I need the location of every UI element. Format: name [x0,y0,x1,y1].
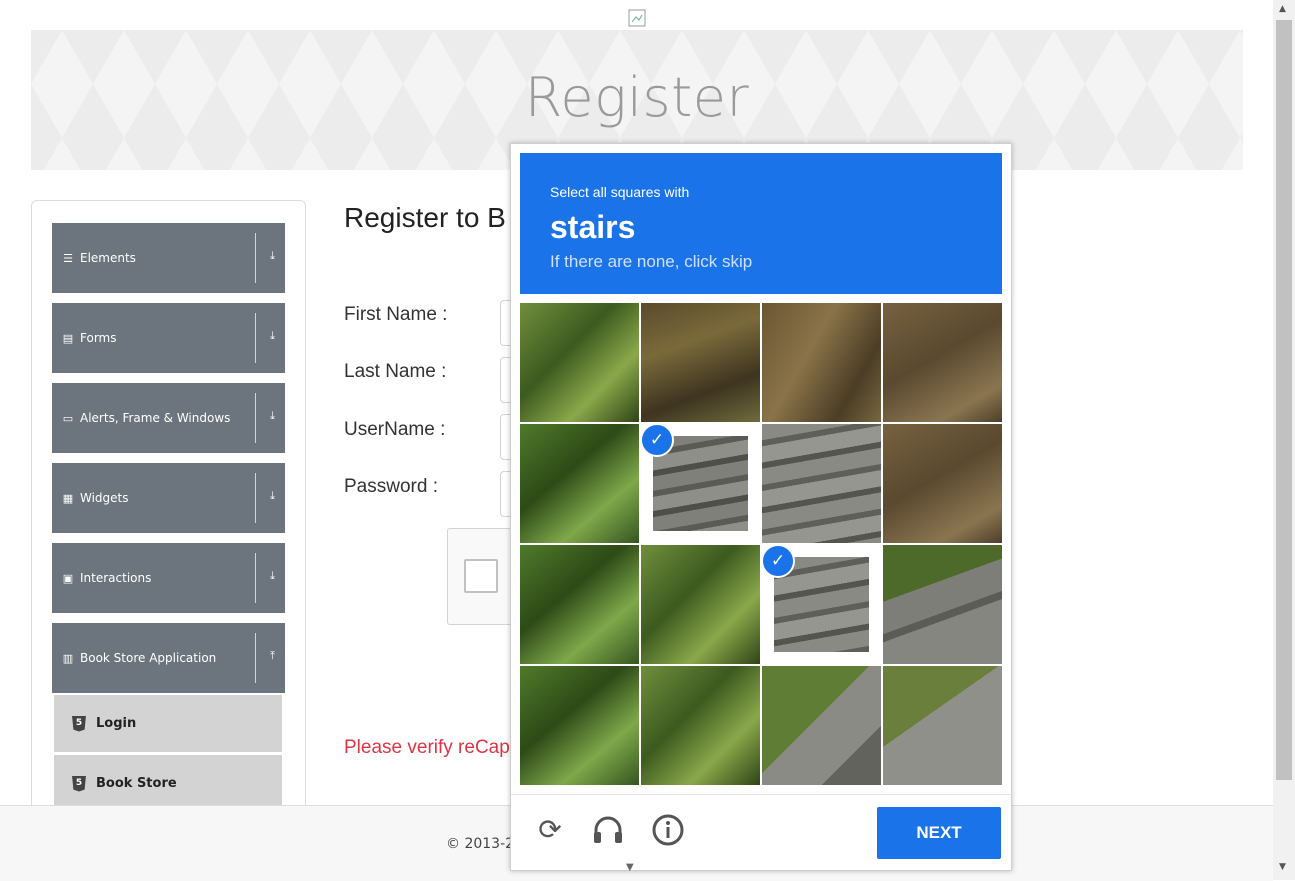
scroll-down-icon[interactable]: ▼ [1279,862,1286,872]
captcha-footer: ⟳ NEXT [511,794,1011,871]
captcha-target: stairs [550,209,636,245]
html5-icon: 5 [72,715,86,732]
divider [255,313,256,363]
sidebar-group-widgets[interactable]: ▦ Widgets ⤓ [52,463,285,533]
captcha-tile[interactable] [520,303,639,422]
captcha-tile[interactable] [762,303,881,422]
broken-image-icon [628,9,646,27]
download-icon: ⤓ [270,409,275,422]
captcha-tile[interactable] [883,545,1002,664]
sidebar: ☰ Elements ⤓ ▤ Forms ⤓ ▭ Alerts, Frame &… [31,200,306,842]
download-icon: ⤓ [270,249,275,262]
recaptcha-checkbox[interactable] [464,559,498,593]
sidebar-group-alerts[interactable]: ▭ Alerts, Frame & Windows ⤓ [52,383,285,453]
info-icon[interactable] [651,813,685,847]
captcha-tile[interactable] [520,666,639,785]
form-title: Register to B [344,202,506,233]
scroll-up-icon[interactable]: ▲ [1279,4,1286,14]
captcha-tile[interactable] [520,545,639,664]
recaptcha-warning: Please verify reCap [344,737,510,758]
captcha-tile[interactable] [520,424,639,543]
captcha-tile[interactable] [762,666,881,785]
password-label: Password : [344,476,438,497]
sidebar-group-label: Forms [80,331,117,345]
sidebar-group-label: Book Store Application [80,651,217,665]
page-title: Register [524,66,750,129]
sidebar-group-label: Elements [80,251,136,265]
forms-icon: ▤ [62,331,74,345]
books-icon: ▥ [62,651,74,665]
sidebar-item-book-store[interactable]: 5 Book Store [54,755,282,812]
window-icon: ▭ [62,411,74,425]
divider [255,393,256,443]
download-icon: ⤓ [270,329,275,342]
sidebar-group-forms[interactable]: ▤ Forms ⤓ [52,303,285,373]
reload-icon[interactable]: ⟳ [533,813,567,847]
menu-icon: ☰ [63,251,73,265]
captcha-tile[interactable] [883,666,1002,785]
captcha-tile-selected[interactable]: ✓ [762,545,881,664]
captcha-hint: If there are none, click skip [550,252,753,271]
sidebar-group-label: Interactions [80,571,152,585]
divider [255,553,256,603]
sidebar-group-label: Widgets [80,491,129,505]
next-button[interactable]: NEXT [877,807,1001,859]
upload-icon: ⤒ [270,649,275,662]
chevron-down-icon: ▼ [626,862,634,873]
divider [255,473,256,523]
download-icon: ⤓ [270,569,275,582]
captcha-grid: ✓ ✓ [520,303,1002,785]
username-label: UserName : [344,419,446,440]
captcha-tile[interactable] [762,424,881,543]
captcha-tile[interactable] [883,303,1002,422]
first-name-label: First Name : [344,304,448,325]
audio-headphones-icon[interactable] [591,813,625,847]
sidebar-group-interactions[interactable]: ▣ Interactions ⤓ [52,543,285,613]
scrollbar-thumb[interactable] [1276,20,1292,780]
sidebar-item-label: Login [96,716,137,731]
captcha-challenge: Select all squares with stairs If there … [510,143,1012,871]
captcha-instruction: Select all squares with [550,184,690,200]
sidebar-group-label: Alerts, Frame & Windows [80,411,231,425]
captcha-tile[interactable] [641,303,760,422]
sidebar-group-elements[interactable]: ☰ Elements ⤓ [52,223,285,293]
interactions-icon: ▣ [62,571,74,585]
captcha-header: Select all squares with stairs If there … [520,153,1002,294]
divider [255,233,256,283]
captcha-tile[interactable] [883,424,1002,543]
sidebar-item-login[interactable]: 5 Login [54,695,282,752]
scrollbar[interactable]: ▲ ▼ [1273,0,1295,880]
divider [255,633,256,683]
captcha-tile[interactable] [641,666,760,785]
sidebar-item-label: Book Store [96,776,177,791]
copyright-text: © 2013-2 [446,836,515,852]
html5-icon: 5 [72,775,86,792]
captcha-tile[interactable] [641,545,760,664]
widgets-icon: ▦ [62,491,74,505]
last-name-label: Last Name : [344,361,447,382]
download-icon: ⤓ [270,489,275,502]
captcha-tile-selected[interactable]: ✓ [641,424,760,543]
sidebar-group-book-store[interactable]: ▥ Book Store Application ⤒ [52,623,285,693]
